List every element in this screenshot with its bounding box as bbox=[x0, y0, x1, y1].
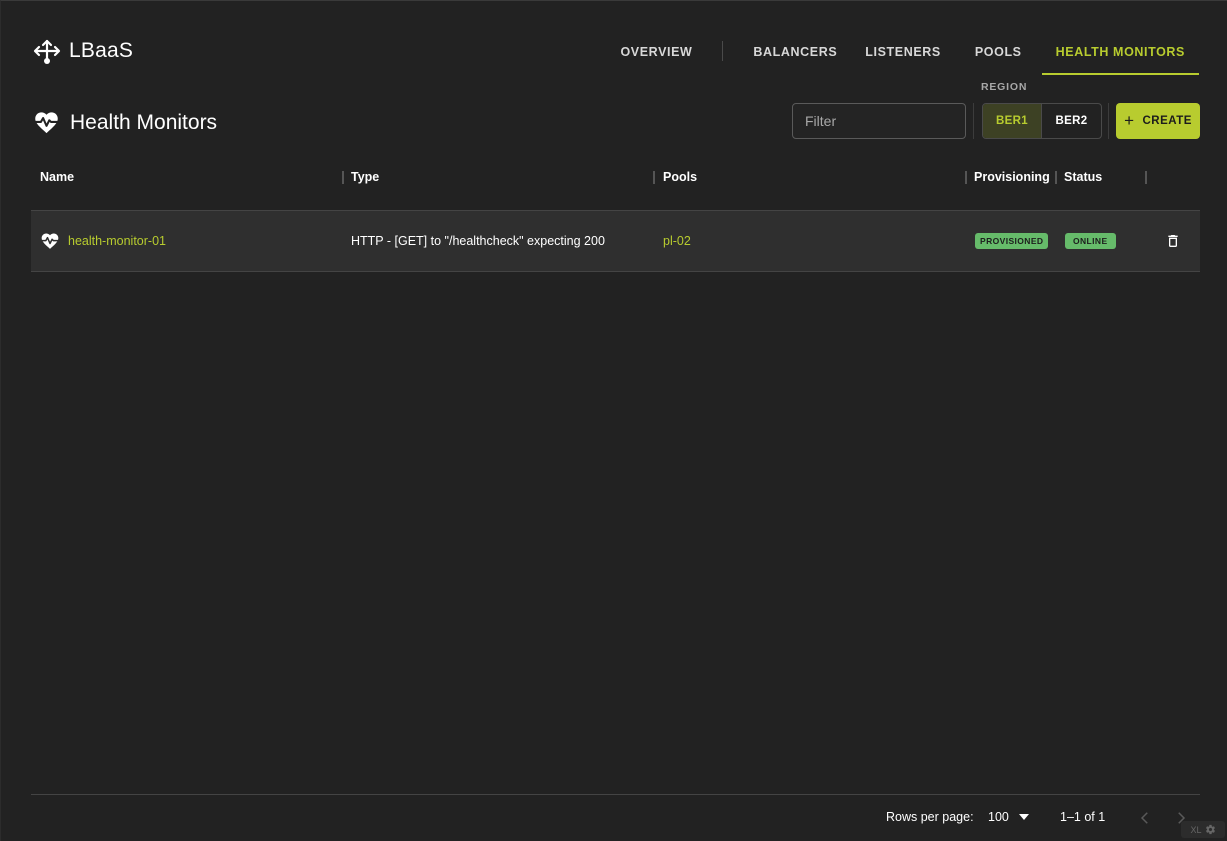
pool-link[interactable]: pl-02 bbox=[663, 234, 691, 248]
provisioning-cell: PROVISIONED bbox=[975, 211, 1049, 271]
load-balancer-logo-icon bbox=[33, 39, 61, 64]
rows-per-page-select[interactable]: 100 bbox=[988, 810, 1029, 824]
column-resize-handle[interactable] bbox=[342, 171, 344, 184]
app-name: LBaaS bbox=[69, 39, 134, 62]
toolbar-divider bbox=[1108, 103, 1109, 139]
delete-icon[interactable] bbox=[1165, 233, 1181, 249]
monitor-type-text: HTTP - [GET] to "/healthcheck" expecting… bbox=[351, 234, 605, 248]
column-resize-handle[interactable] bbox=[1055, 171, 1057, 184]
pagination-range: 1–1 of 1 bbox=[1060, 810, 1106, 824]
type-cell: HTTP - [GET] to "/healthcheck" expecting… bbox=[351, 211, 605, 271]
brand[interactable]: LBaaS bbox=[33, 37, 133, 65]
status-cell: ONLINE bbox=[1065, 211, 1116, 271]
column-resize-handle[interactable] bbox=[965, 171, 967, 184]
pools-cell: pl-02 bbox=[663, 211, 691, 271]
region-toggle-group: BER1 BER2 bbox=[982, 103, 1102, 139]
column-header-type[interactable]: Type bbox=[351, 170, 379, 184]
nav-tab-overview[interactable]: OVERVIEW bbox=[606, 31, 706, 75]
create-button[interactable]: + CREATE bbox=[1116, 103, 1200, 139]
corner-badge-label: XL bbox=[1190, 824, 1202, 835]
create-button-label: CREATE bbox=[1142, 115, 1192, 127]
main-nav: OVERVIEW BALANCERS LISTENERS POOLS HEALT… bbox=[606, 31, 1199, 75]
column-header-pools[interactable]: Pools bbox=[663, 170, 697, 184]
rows-per-page-label: Rows per page: bbox=[886, 810, 974, 824]
page-title: Health Monitors bbox=[70, 110, 218, 134]
nav-tab-health-monitors[interactable]: HEALTH MONITORS bbox=[1041, 31, 1199, 75]
page-header: Health Monitors bbox=[33, 109, 217, 136]
rows-per-page-value: 100 bbox=[988, 810, 1009, 824]
column-header-provisioning[interactable]: Provisioning bbox=[974, 170, 1050, 184]
column-resize-handle[interactable] bbox=[653, 171, 655, 184]
nav-tab-pools[interactable]: POOLS bbox=[955, 31, 1042, 75]
app-frame: LBaaS OVERVIEW BALANCERS LISTENERS POOLS… bbox=[0, 0, 1227, 841]
corner-size-badge: XL bbox=[1181, 821, 1225, 838]
heart-pulse-icon bbox=[40, 233, 60, 249]
actions-cell bbox=[1165, 211, 1181, 271]
nav-tab-balancers[interactable]: BALANCERS bbox=[739, 31, 851, 75]
nav-divider bbox=[722, 41, 724, 61]
region-label: REGION bbox=[981, 81, 1028, 93]
plus-icon: + bbox=[1124, 110, 1135, 130]
nav-tab-listeners[interactable]: LISTENERS bbox=[851, 31, 955, 75]
region-ber1-button[interactable]: BER1 bbox=[983, 104, 1042, 138]
previous-page-icon[interactable] bbox=[1136, 809, 1154, 827]
toolbar-divider bbox=[973, 103, 974, 139]
column-header-name[interactable]: Name bbox=[40, 170, 74, 184]
footer-divider bbox=[31, 794, 1200, 795]
table-row[interactable]: health-monitor-01 HTTP - [GET] to "/heal… bbox=[31, 210, 1200, 272]
health-monitor-name-link[interactable]: health-monitor-01 bbox=[68, 234, 166, 248]
region-ber2-button[interactable]: BER2 bbox=[1042, 104, 1101, 138]
column-resize-handle[interactable] bbox=[1145, 171, 1147, 184]
caret-down-icon bbox=[1018, 814, 1029, 820]
operating-status-badge: ONLINE bbox=[1065, 233, 1116, 249]
filter-input[interactable] bbox=[792, 103, 966, 139]
heart-pulse-icon bbox=[34, 112, 59, 134]
table-header: Name Type Pools Provisioning Status bbox=[31, 161, 1200, 195]
column-header-status[interactable]: Status bbox=[1064, 170, 1102, 184]
name-cell: health-monitor-01 bbox=[40, 211, 166, 271]
gear-icon bbox=[1205, 824, 1215, 835]
provisioning-status-badge: PROVISIONED bbox=[975, 233, 1049, 249]
